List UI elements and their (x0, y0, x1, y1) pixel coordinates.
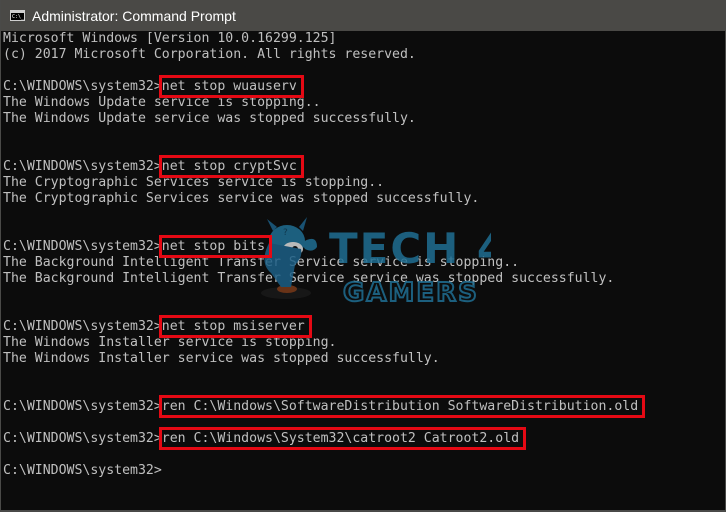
command-prompt-window: C:\_ Administrator: Command Prompt Micro… (0, 0, 726, 512)
output-line: The Background Intelligent Transfer Serv… (3, 255, 520, 270)
title-bar[interactable]: C:\_ Administrator: Command Prompt (1, 0, 725, 31)
command-line: C:\WINDOWS\system32>net stop msiserver (3, 319, 305, 334)
output-line: The Windows Installer service is stoppin… (3, 335, 337, 350)
output-line: Microsoft Windows [Version 10.0.16299.12… (3, 31, 337, 46)
command-line: C:\WINDOWS\system32>net stop wuauserv (3, 79, 297, 94)
command-line: C:\WINDOWS\system32>net stop cryptSvc (3, 159, 297, 174)
command-highlight-box (158, 315, 312, 338)
output-line: The Windows Update service is stopping.. (3, 95, 321, 110)
command-highlight-box (158, 235, 273, 258)
output-line: The Windows Update service was stopped s… (3, 111, 416, 126)
window-title: Administrator: Command Prompt (32, 7, 236, 24)
output-line: (c) 2017 Microsoft Corporation. All righ… (3, 47, 416, 62)
command-highlight-box (158, 427, 527, 450)
output-line: The Background Intelligent Transfer Serv… (3, 271, 615, 286)
cmd-icon: C:\_ (10, 10, 25, 21)
command-highlight-box (158, 75, 304, 98)
command-highlight-box (158, 395, 646, 418)
output-line: The Cryptographic Services service was s… (3, 191, 480, 206)
command-line: C:\WINDOWS\system32>net stop bits (3, 239, 266, 254)
command-line: C:\WINDOWS\system32> (3, 463, 162, 478)
output-line: The Windows Installer service was stoppe… (3, 351, 440, 366)
output-line: The Cryptographic Services service is st… (3, 175, 385, 190)
command-highlight-box (158, 155, 304, 178)
